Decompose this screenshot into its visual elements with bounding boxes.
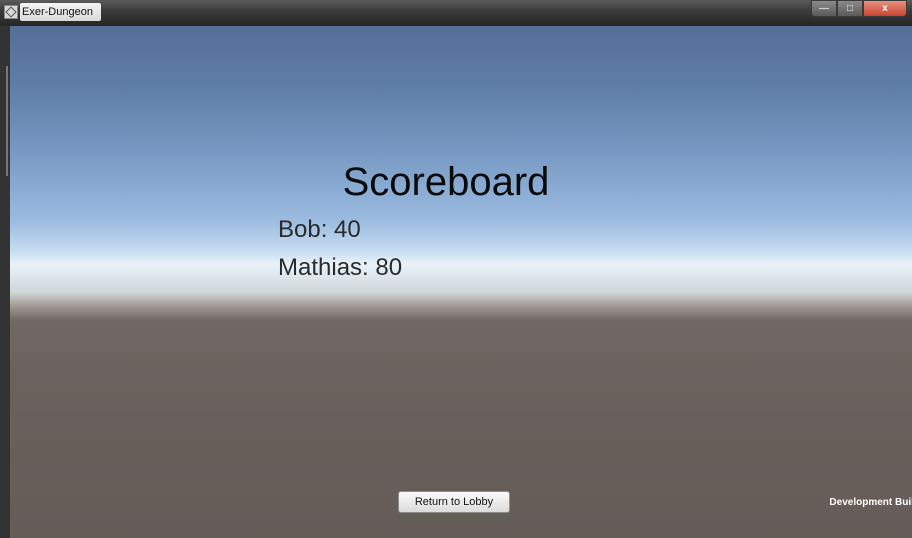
minimize-button[interactable]: — — [811, 0, 837, 17]
window-title: Exer-Dungeon — [20, 3, 101, 21]
scoreboard-title: Scoreboard — [342, 160, 550, 204]
game-viewport — [10, 26, 912, 538]
window-frame-left — [0, 26, 10, 538]
return-to-lobby-button[interactable]: Return to Lobby — [398, 491, 510, 513]
close-button[interactable]: x — [863, 0, 907, 17]
maximize-button[interactable]: □ — [837, 0, 863, 17]
app-icon — [4, 5, 18, 19]
development-build-label: Development Build — [829, 497, 912, 508]
score-entry: Mathias: 80 — [278, 254, 403, 281]
window-titlebar[interactable]: Exer-Dungeon — □ x — [0, 0, 912, 26]
score-entry: Bob: 40 — [278, 216, 361, 243]
window-controls: — □ x — [811, 0, 907, 18]
